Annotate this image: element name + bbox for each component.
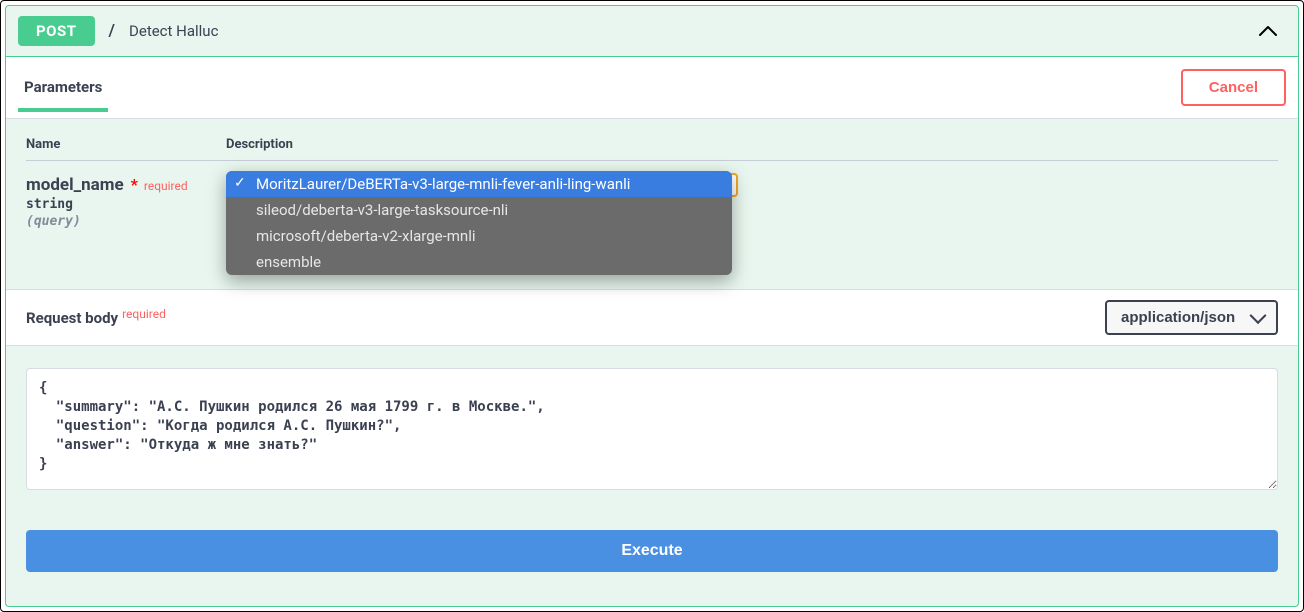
operation-panel: POST / Detect Halluc Parameters Cancel N… (5, 5, 1299, 607)
model-name-dropdown[interactable]: ✓ MoritzLaurer/DeBERTa-v3-large-mnli-feve… (226, 171, 732, 275)
dropdown-option[interactable]: microsoft/deberta-v2-xlarge-mnli (226, 223, 732, 249)
dropdown-option[interactable]: ✓ MoritzLaurer/DeBERTa-v3-large-mnli-feve… (226, 171, 732, 197)
required-star: * (131, 175, 138, 194)
path-separator: / (109, 21, 115, 41)
required-label: required (122, 307, 166, 321)
dropdown-option[interactable]: ensemble (226, 249, 732, 275)
execute-button[interactable]: Execute (26, 530, 1278, 572)
param-row-model-name: model_name * required string (query) ✓ Mo… (26, 161, 1278, 289)
dropdown-option-label: microsoft/deberta-v2-xlarge-mnli (256, 227, 476, 245)
request-body-header: Request body required application/json (6, 289, 1298, 346)
dropdown-option-label: sileod/deberta-v3-large-tasksource-nli (256, 201, 508, 219)
param-name: model_name (26, 175, 124, 195)
request-body-title: Request body (26, 309, 118, 327)
cancel-button[interactable]: Cancel (1181, 69, 1286, 106)
required-label: required (144, 179, 188, 193)
param-type: string (26, 197, 226, 212)
chevron-up-icon[interactable] (1250, 19, 1286, 43)
dropdown-option-label: ensemble (256, 253, 321, 271)
operation-header[interactable]: POST / Detect Halluc (6, 6, 1298, 56)
check-icon: ✓ (234, 175, 246, 191)
param-in: (query) (26, 214, 226, 229)
column-header-description: Description (226, 137, 1278, 152)
tab-bar: Parameters Cancel (6, 56, 1298, 119)
dropdown-option[interactable]: sileod/deberta-v3-large-tasksource-nli (226, 197, 732, 223)
tab-parameters[interactable]: Parameters (18, 64, 108, 112)
dropdown-option-label: MoritzLaurer/DeBERTa-v3-large-mnli-fever… (256, 175, 630, 193)
params-table-header: Name Description (26, 119, 1278, 161)
column-header-name: Name (26, 137, 226, 152)
content-type-select[interactable]: application/json (1105, 300, 1278, 335)
http-method-badge: POST (18, 16, 95, 46)
operation-summary: Detect Halluc (129, 22, 218, 40)
request-body-textarea[interactable] (26, 368, 1278, 490)
